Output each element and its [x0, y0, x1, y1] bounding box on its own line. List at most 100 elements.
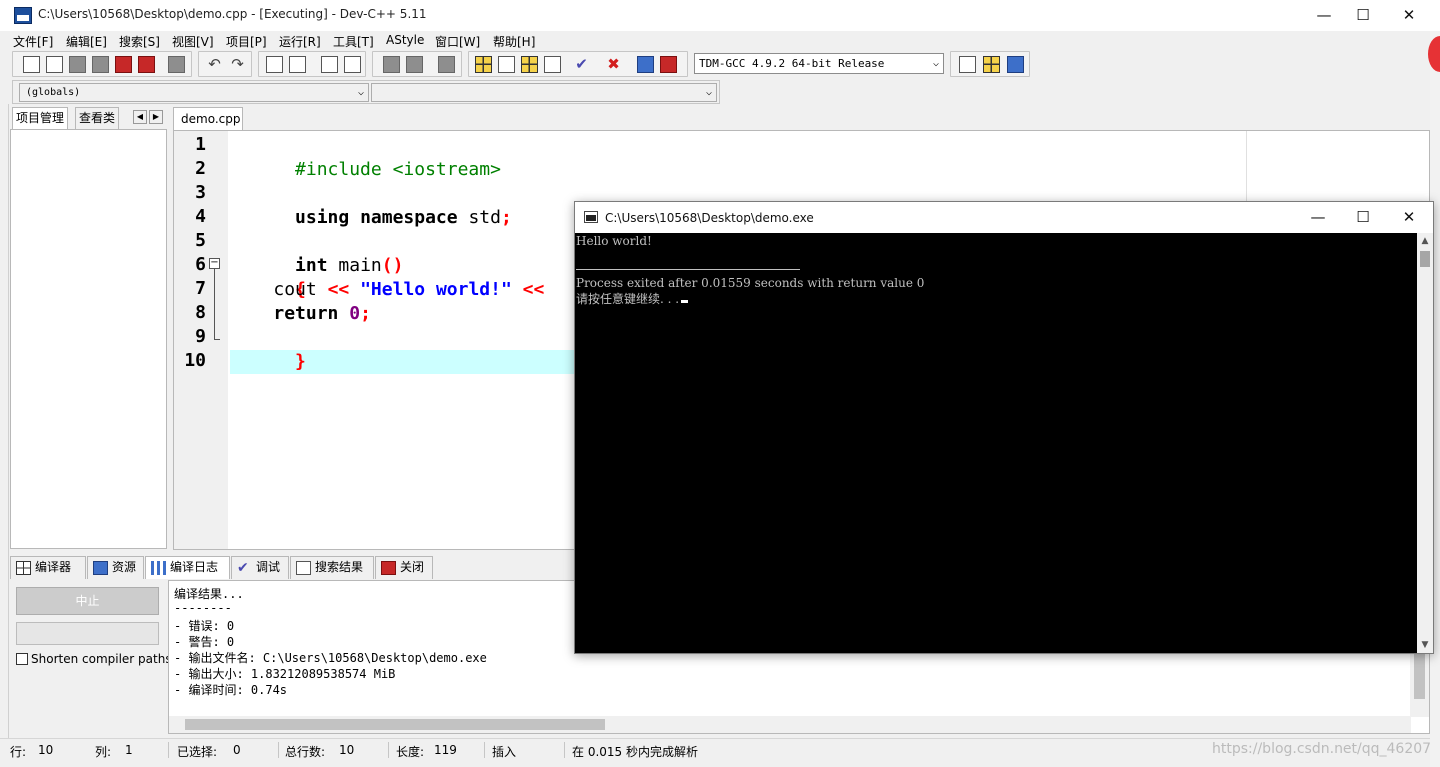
keyword: namespace — [360, 207, 458, 228]
toolbar: ↶ ↷ ✔ ✖ TDM-GCC 4.9.2 64-bit Release ⌵ — [0, 50, 1440, 78]
compile-icon[interactable] — [475, 56, 492, 73]
status-divider — [168, 742, 169, 758]
parentheses: () — [381, 255, 404, 276]
add-to-project-icon[interactable] — [383, 56, 400, 73]
tab-prev-icon[interactable]: ◀ — [133, 110, 147, 124]
log-line: -------- — [174, 601, 232, 615]
redo-icon[interactable]: ↷ — [229, 56, 246, 73]
fold-toggle-icon[interactable]: − — [209, 258, 220, 269]
status-divider — [484, 742, 485, 758]
remove-from-project-icon[interactable] — [406, 56, 423, 73]
tab-debug[interactable]: ✔ 调试 — [231, 556, 289, 579]
unindent-icon[interactable] — [344, 56, 361, 73]
log-horizontal-scrollbar[interactable] — [169, 716, 1411, 733]
tab-close[interactable]: 关闭 — [375, 556, 433, 579]
console-output[interactable]: Hello world! Process exited after 0.0155… — [575, 233, 1417, 653]
log-horizontal-scroll-thumb[interactable] — [185, 719, 605, 730]
close-all-icon[interactable] — [138, 56, 155, 73]
replace-icon[interactable] — [289, 56, 306, 73]
compile-run-icon[interactable] — [521, 56, 538, 73]
status-row-value: 10 — [38, 743, 54, 757]
menu-edit[interactable]: 编辑[E] — [66, 33, 107, 50]
devcpp-app-icon[interactable] — [14, 7, 32, 24]
console-minimize-button[interactable]: — — [1295, 202, 1341, 233]
toolbar-project-group — [372, 51, 462, 77]
goto-bookmark-icon[interactable] — [1007, 56, 1024, 73]
menu-astyle[interactable]: AStyle — [386, 33, 424, 47]
code-line-1: #include <iostream> — [230, 134, 501, 180]
code-line-7: cout << "Hello world!" << — [230, 278, 544, 302]
menu-window[interactable]: 窗口[W] — [435, 33, 480, 50]
profile-icon[interactable] — [637, 56, 654, 73]
member-combo[interactable]: ⌵ — [371, 83, 717, 102]
run-icon[interactable] — [498, 56, 515, 73]
close-button[interactable]: ✕ — [1386, 0, 1432, 31]
rebuild-all-icon[interactable] — [544, 56, 561, 73]
menu-view[interactable]: 视图[V] — [172, 33, 214, 50]
tab-next-icon[interactable]: ▶ — [149, 110, 163, 124]
code-line-5: int main() — [230, 230, 403, 276]
status-insert-mode: 插入 — [492, 745, 517, 759]
menu-tools[interactable]: 工具[T] — [333, 33, 374, 50]
menu-project[interactable]: 项目[P] — [226, 33, 267, 50]
new-file-icon[interactable] — [23, 56, 40, 73]
open-file-icon[interactable] — [46, 56, 63, 73]
maximize-button[interactable]: ☐ — [1340, 0, 1386, 31]
console-window[interactable]: C:\Users\10568\Desktop\demo.exe — ☐ ✕ He… — [574, 201, 1434, 654]
console-close-button[interactable]: ✕ — [1386, 202, 1432, 233]
tab-search-results[interactable]: 搜索结果 — [290, 556, 374, 579]
search-icon — [296, 561, 311, 575]
undo-icon[interactable]: ↶ — [206, 56, 223, 73]
line-number: 10 — [184, 350, 206, 371]
bar-chart-icon — [151, 561, 166, 575]
class-browser-bar: (globals) ⌵ ⌵ — [12, 80, 720, 104]
shorten-paths-label: Shorten compiler paths — [31, 652, 172, 666]
console-scroll-thumb[interactable] — [1420, 251, 1430, 267]
line-number-gutter: 1 2 3 4 5 6 7 8 9 10 − — [174, 131, 228, 549]
print-icon[interactable] — [168, 56, 185, 73]
insert-icon[interactable] — [959, 56, 976, 73]
semicolon: ; — [360, 303, 371, 324]
menu-run[interactable]: 运行[R] — [279, 33, 321, 50]
keyword: return — [273, 303, 339, 324]
chevron-down-icon: ⌵ — [357, 87, 364, 98]
compiler-select[interactable]: TDM-GCC 4.9.2 64-bit Release ⌵ — [694, 53, 944, 74]
tab-compile-log-label: 编译日志 — [170, 560, 219, 574]
debug-icon[interactable] — [660, 56, 677, 73]
syntax-check-icon[interactable]: ✔ — [573, 56, 590, 73]
operator: << — [327, 279, 350, 300]
tab-class-view[interactable]: 查看类 — [75, 107, 120, 129]
save-icon[interactable] — [69, 56, 86, 73]
console-maximize-button[interactable]: ☐ — [1340, 202, 1386, 233]
shorten-compiler-paths-option[interactable]: Shorten compiler paths — [16, 652, 172, 666]
menu-help[interactable]: 帮助[H] — [493, 33, 535, 50]
toggle-bookmark-icon[interactable] — [983, 56, 1000, 73]
project-tree[interactable] — [10, 129, 167, 549]
console-title-bar: C:\Users\10568\Desktop\demo.exe — ☐ ✕ — [575, 202, 1433, 233]
tab-demo-cpp[interactable]: demo.cpp — [173, 107, 243, 130]
scroll-down-icon[interactable]: ▼ — [1417, 637, 1433, 653]
abort-compilation-button[interactable]: 中止 — [16, 587, 159, 615]
save-all-icon[interactable] — [92, 56, 109, 73]
console-vertical-scrollbar[interactable]: ▲ ▼ — [1417, 233, 1433, 653]
number-literal: 0 — [349, 303, 361, 324]
scope-combo[interactable]: (globals) ⌵ — [19, 83, 369, 102]
close-file-icon[interactable] — [115, 56, 132, 73]
menu-search[interactable]: 搜索[S] — [119, 33, 160, 50]
console-app-icon[interactable] — [584, 211, 598, 223]
status-divider — [278, 742, 279, 758]
stop-execution-icon[interactable]: ✖ — [605, 56, 622, 73]
indent-icon[interactable] — [321, 56, 338, 73]
shorten-paths-checkbox[interactable] — [16, 653, 28, 665]
background-window-edge — [0, 104, 9, 744]
tab-compile-log[interactable]: 编译日志 — [145, 556, 230, 579]
toolbar-file-group — [12, 51, 192, 77]
tab-resources[interactable]: 资源 — [87, 556, 144, 579]
tab-compiler[interactable]: 编译器 — [10, 556, 86, 579]
find-icon[interactable] — [266, 56, 283, 73]
status-divider — [388, 742, 389, 758]
scroll-up-icon[interactable]: ▲ — [1417, 233, 1433, 249]
menu-file[interactable]: 文件[F] — [13, 33, 53, 50]
project-options-icon[interactable] — [438, 56, 455, 73]
tab-project-manager[interactable]: 项目管理 — [12, 107, 69, 129]
